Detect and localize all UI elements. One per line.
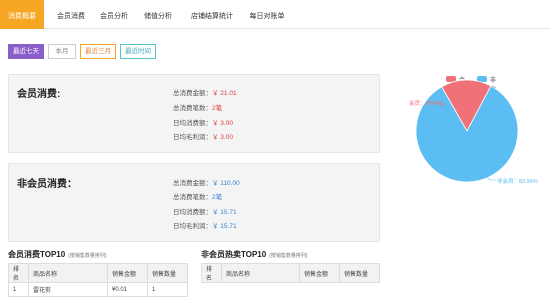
tab-stored-value-analysis[interactable]: 储值分析 [138,0,178,29]
column-header-amount: 销售金额 [107,263,148,283]
column-header-quantity: 销售数量 [339,263,380,283]
nonmember-daily-average: 日均消费额：￥ 15.71 [173,209,237,216]
member-card-title: 会员消费: [17,89,61,100]
tab-consumption-overview[interactable]: 消费概要 [0,0,44,29]
table-row[interactable]: 1 雷花剪 ¥0.01 1 [8,282,188,297]
filter-last-7-days-button[interactable]: 最近七天 [8,44,44,59]
nonmember-total-count: 总消费笔数：2笔 [173,194,223,201]
member-top10-table: 排名 商品名称 销售金额 销售数量 1 雷花剪 ¥0.01 1 [8,263,188,297]
nonmember-total-amount: 总消费金额：￥ 110.00 [173,180,240,187]
filter-recent-time-button[interactable]: 最近时间 [120,44,156,59]
member-ratio-pie-chart [415,79,519,183]
column-header-product: 商品名称 [28,263,108,283]
column-header-product: 商品名称 [221,263,300,283]
cell-amount: ¥0.01 [107,282,148,297]
report-tabbar: 消费概要 会员消费 会员分析 储值分析 店铺结算统计 每日对账单 [0,0,550,29]
member-consumption-card: 会员消费: 总消费金额：￥ 21.01 总消费笔数：2笔 日均消费额：￥ 3.0… [8,74,380,153]
pie-label-nonmember: 非会员：83.96% [497,179,538,185]
column-header-amount: 销售金额 [299,263,340,283]
tab-daily-statement[interactable]: 每日对账单 [244,0,290,29]
member-total-amount: 总消费金额：￥ 21.01 [173,90,237,97]
column-header-rank: 排名 [8,263,29,283]
member-top10-title: 会员消费TOP10 (按销售数量排列) [8,250,107,259]
filter-this-month-button[interactable]: 本月 [48,44,76,59]
member-daily-average: 日均消费额：￥ 3.00 [173,120,233,127]
nonmember-consumption-card: 非会员消费： 总消费金额：￥ 110.00 总消费笔数：2笔 日均消费额：￥ 1… [8,163,380,242]
tab-member-consumption[interactable]: 会员消费 [50,0,92,29]
member-daily-profit: 日均毛利润：￥ 3.00 [173,134,233,141]
cell-product: 雷花剪 [28,282,108,297]
table-header-row: 排名 商品名称 销售金额 销售数量 [201,263,380,283]
nonmember-top10-table: 排名 商品名称 销售金额 销售数量 [201,263,380,283]
nonmember-card-title: 非会员消费： [17,179,77,190]
filter-last-3-months-button[interactable]: 最近三月 [80,44,116,59]
cell-quantity: 1 [147,282,188,297]
tab-store-settlement[interactable]: 店铺结算统计 [182,0,242,29]
member-total-count: 总消费笔数：2笔 [173,105,223,112]
cell-rank: 1 [8,282,29,297]
table-header-row: 排名 商品名称 销售金额 销售数量 [8,263,188,283]
column-header-quantity: 销售数量 [147,263,188,283]
tab-member-analysis[interactable]: 会员分析 [94,0,134,29]
nonmember-daily-profit: 日均毛利润：￥ 15.71 [173,223,237,230]
pie-label-member: 会员：16.04% [409,101,445,107]
column-header-rank: 排名 [201,263,222,283]
nonmember-top10-title: 非会员热卖TOP10 (按销售数量排列) [201,250,308,259]
